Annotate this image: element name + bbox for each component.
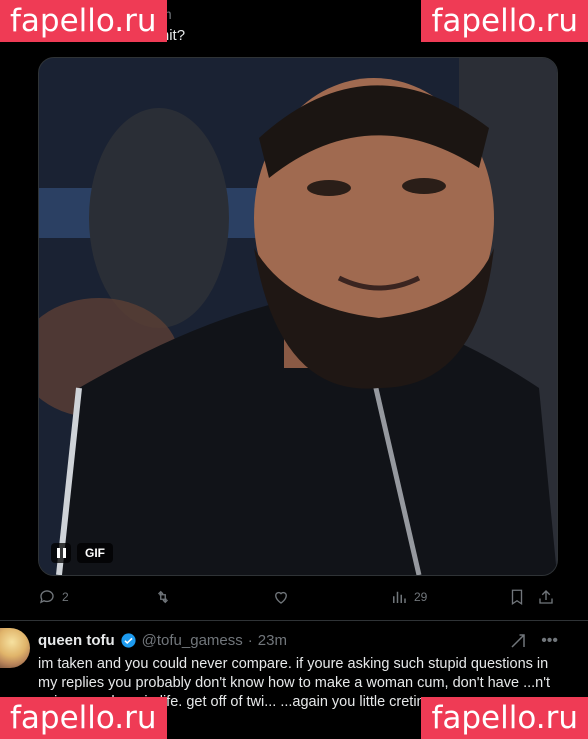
reply-time[interactable]: 23m [258,632,287,649]
screenshot: tor99 · 27m an hit? GIF [0,0,588,739]
grok-icon[interactable] [509,632,527,650]
bookmark-icon [511,589,523,606]
watermark: fapello.ru [0,697,167,739]
watermark: fapello.ru [0,0,167,42]
watermark: fapello.ru [421,0,588,42]
analytics-icon [393,591,406,603]
heart-icon [275,591,287,604]
divider [0,620,588,621]
pause-icon[interactable] [51,543,71,563]
more-options-icon[interactable]: ••• [541,632,558,650]
reply-header: queen tofu @tofu_gamess · 23m [38,632,287,649]
tweet-action-bar: 2 29 [38,588,558,610]
share-button[interactable] [537,588,555,606]
gif-badge: GIF [77,543,113,563]
verified-badge-icon [121,633,136,648]
retweet-icon [158,590,168,604]
reply-author-name[interactable]: queen tofu [38,632,115,649]
view-count: 29 [414,590,428,604]
retweet-button[interactable] [154,588,172,606]
reply-count: 2 [62,590,69,604]
separator-dot: · [247,632,253,649]
like-button[interactable] [272,588,290,606]
gif-frame-image [39,58,557,575]
watermark: fapello.ru [421,697,588,739]
gif-media[interactable]: GIF [38,57,558,576]
reply-button[interactable]: 2 [38,588,69,606]
reply-author-handle[interactable]: @tofu_gamess [142,632,243,649]
reply-tools: ••• [509,632,558,650]
avatar[interactable] [0,628,30,668]
views-button[interactable]: 29 [390,588,427,606]
share-icon [539,590,553,604]
reply-icon [39,590,54,604]
gif-controls: GIF [51,543,113,563]
bookmark-button[interactable] [508,588,526,606]
